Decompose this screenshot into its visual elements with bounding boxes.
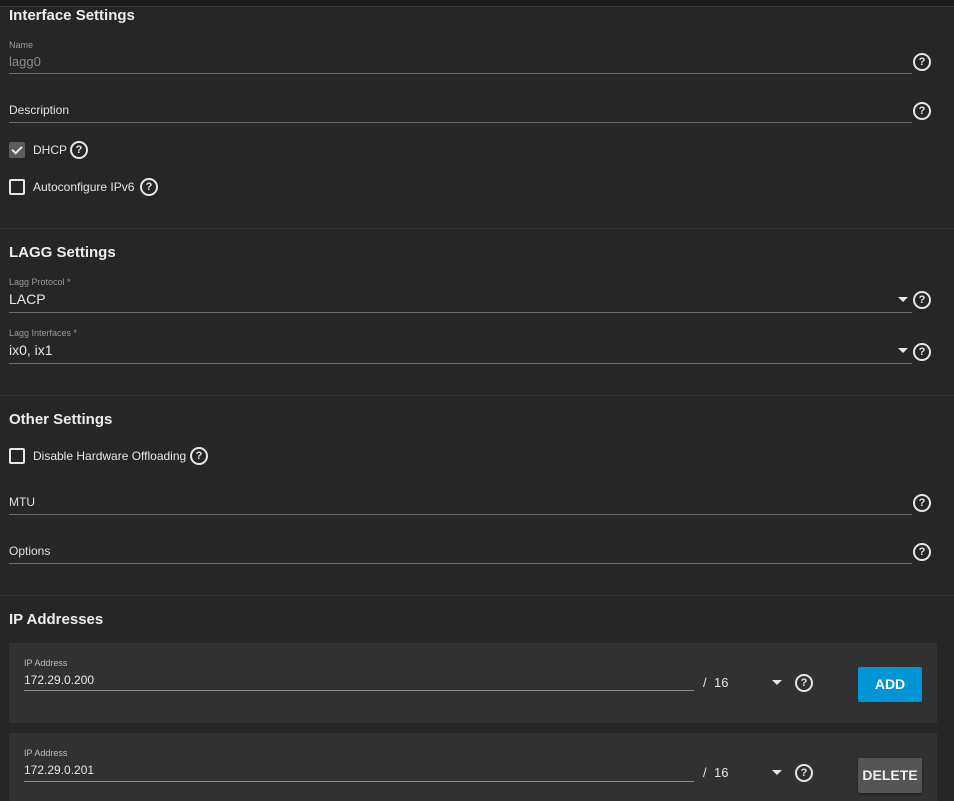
options-placeholder: Options: [9, 544, 51, 558]
autoconfigure-ipv6-checkbox[interactable]: [9, 179, 25, 195]
help-icon[interactable]: ?: [913, 53, 931, 71]
help-icon[interactable]: ?: [913, 494, 931, 512]
ip-address-row: IP Address 172.29.0.201 / 16 ? DELETE: [9, 733, 937, 801]
section-title-other: Other Settings: [9, 411, 113, 428]
lagg-protocol-label: Lagg Protocol *: [9, 277, 71, 287]
name-label: Name: [9, 40, 34, 50]
ip-address-underline: [24, 690, 694, 691]
ip-address-input[interactable]: 172.29.0.200: [24, 673, 94, 687]
add-button[interactable]: ADD: [858, 667, 922, 702]
options-field[interactable]: Options: [9, 539, 912, 564]
lagg-interfaces-value: ix0, ix1: [9, 342, 53, 358]
help-icon[interactable]: ?: [913, 291, 931, 309]
section-title-lagg: LAGG Settings: [9, 244, 116, 261]
netmask-separator: /: [703, 675, 707, 690]
dropdown-caret-icon: [898, 297, 908, 302]
description-field[interactable]: Description: [9, 98, 912, 123]
delete-button[interactable]: DELETE: [858, 758, 922, 793]
dhcp-label: DHCP: [33, 143, 68, 157]
disable-hardware-offloading-label: Disable Hardware Offloading: [33, 449, 187, 463]
mtu-placeholder: MTU: [9, 495, 35, 509]
help-icon[interactable]: ?: [70, 141, 88, 159]
autoconfigure-ipv6-label: Autoconfigure IPv6: [33, 180, 135, 194]
disable-hardware-offloading-checkbox[interactable]: [9, 448, 25, 464]
ip-address-label: IP Address: [24, 748, 68, 758]
help-icon[interactable]: ?: [913, 102, 931, 120]
description-underline: [9, 122, 912, 123]
dropdown-caret-icon: [898, 348, 908, 353]
dropdown-caret-icon[interactable]: [772, 680, 782, 685]
dhcp-checkbox[interactable]: [9, 142, 25, 158]
lagg-interfaces-underline: [9, 363, 912, 364]
lagg-protocol-value: LACP: [9, 291, 46, 307]
mtu-underline: [9, 514, 912, 515]
options-underline: [9, 563, 912, 564]
help-icon[interactable]: ?: [140, 178, 158, 196]
ip-address-input[interactable]: 172.29.0.201: [24, 763, 94, 777]
netmask-select[interactable]: 16: [714, 765, 728, 780]
help-icon[interactable]: ?: [795, 674, 813, 692]
help-icon[interactable]: ?: [913, 343, 931, 361]
lagg-protocol-select[interactable]: Lagg Protocol * LACP: [9, 276, 912, 313]
section-title-interface: Interface Settings: [9, 7, 135, 24]
section-divider: [0, 595, 954, 596]
mtu-field[interactable]: MTU: [9, 490, 912, 515]
description-placeholder: Description: [9, 103, 70, 117]
top-border: [0, 0, 954, 7]
section-divider: [0, 395, 954, 396]
name-underline: [9, 73, 912, 74]
help-icon[interactable]: ?: [190, 447, 208, 465]
lagg-interfaces-select[interactable]: Lagg Interfaces * ix0, ix1: [9, 327, 912, 364]
help-icon[interactable]: ?: [913, 543, 931, 561]
lagg-interfaces-label: Lagg Interfaces *: [9, 328, 78, 338]
ip-address-underline: [24, 781, 694, 782]
name-value: lagg0: [9, 54, 41, 69]
ip-address-label: IP Address: [24, 658, 68, 668]
ip-address-row: IP Address 172.29.0.200 / 16 ? ADD: [9, 643, 937, 723]
lagg-protocol-underline: [9, 312, 912, 313]
section-title-ip-addresses: IP Addresses: [9, 611, 104, 628]
section-divider: [0, 228, 954, 229]
dropdown-caret-icon[interactable]: [772, 770, 782, 775]
netmask-separator: /: [703, 765, 707, 780]
netmask-select[interactable]: 16: [714, 675, 728, 690]
name-field[interactable]: Name lagg0: [9, 38, 912, 74]
help-icon[interactable]: ?: [795, 764, 813, 782]
